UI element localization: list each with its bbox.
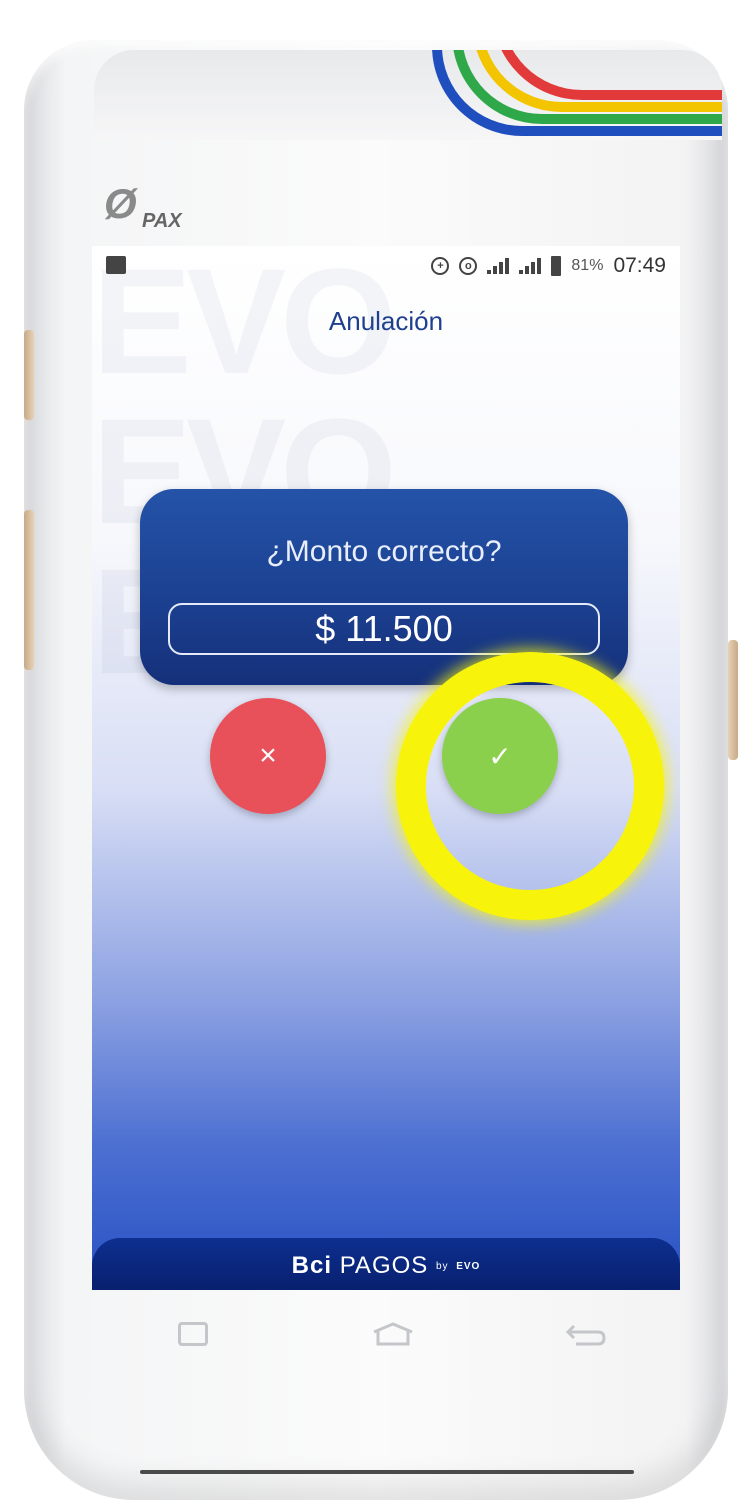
cancel-button[interactable]: ×: [210, 698, 326, 814]
home-button[interactable]: [372, 1322, 414, 1346]
dialog-question: ¿Monto correcto?: [266, 535, 502, 568]
pax-logo-text: PAX: [142, 210, 182, 232]
terminal-screen: EVO EVO EVO + o 81% 07:49 Anulación ¿Mon…: [92, 246, 680, 1290]
close-icon: ×: [259, 739, 277, 772]
back-icon: [565, 1324, 606, 1346]
highlight-ring: [396, 652, 664, 920]
brand-footer: Bci PAGOS by EVO: [92, 1238, 680, 1290]
side-button-lower[interactable]: [24, 510, 34, 670]
brand-pagos: PAGOS: [339, 1252, 429, 1279]
side-button-upper[interactable]: [24, 330, 34, 420]
signal-icon: [519, 258, 542, 274]
bci-pagos-logo: Bci PAGOS by EVO: [92, 1252, 680, 1280]
amount-display: $ 11.500: [168, 603, 600, 655]
battery-percent: 81%: [571, 257, 604, 274]
image-icon: [106, 256, 126, 274]
back-button[interactable]: [565, 1322, 606, 1346]
pax-logo-mark: Ø: [104, 180, 137, 227]
side-button-right[interactable]: [728, 640, 738, 760]
vpn-icon: o: [459, 257, 478, 275]
battery-icon: [551, 256, 562, 276]
pax-logo: Ø PAX: [104, 180, 224, 238]
recent-apps-button[interactable]: [178, 1322, 208, 1346]
brand-evo: EVO: [456, 1261, 481, 1273]
brand-by: by: [435, 1261, 449, 1273]
terminal-bottom-slot: [140, 1470, 634, 1474]
page-title: Anulación: [328, 306, 444, 336]
status-bar: + o 81% 07:49: [92, 246, 680, 286]
status-bar-right: + o 81% 07:49: [431, 254, 666, 278]
data-saver-icon: +: [431, 257, 450, 275]
home-icon: [373, 1322, 413, 1346]
brand-bci: Bci: [291, 1252, 333, 1279]
clock: 07:49: [613, 254, 666, 277]
brand-stripe-blue: [432, 50, 722, 136]
terminal-top-cover: [94, 50, 722, 140]
signal-icon: [487, 258, 510, 274]
